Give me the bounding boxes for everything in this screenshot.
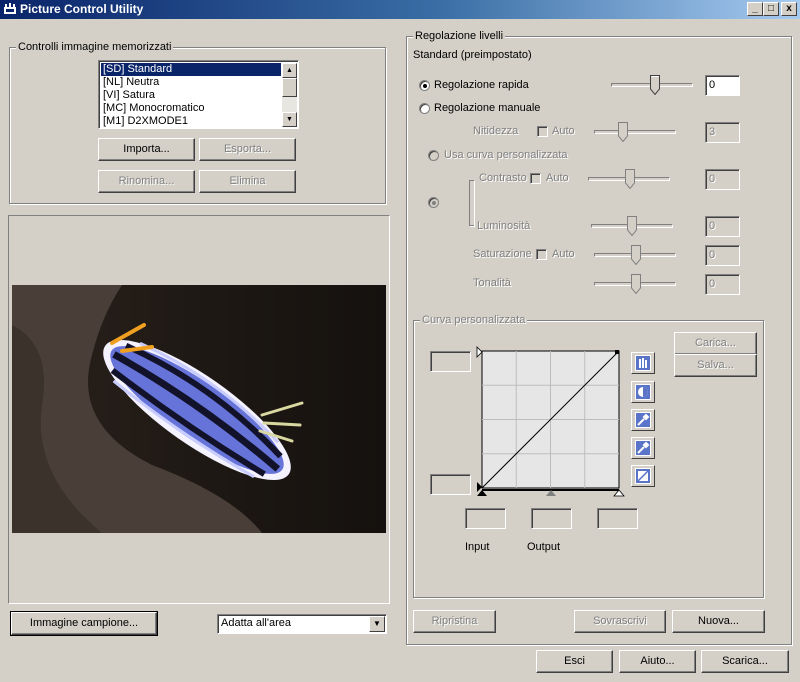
sample-image[interactable] bbox=[12, 285, 386, 533]
manual-adjust-radio[interactable] bbox=[419, 103, 430, 114]
import-button[interactable]: Importa... bbox=[98, 138, 195, 161]
sharpness-value[interactable]: 3 bbox=[705, 122, 740, 143]
picture-control-list[interactable]: [SD] Standard [NL] Neutra [VI] Satura [M… bbox=[98, 60, 299, 129]
sample-image-button[interactable]: Immagine campione... bbox=[10, 611, 158, 636]
sharpness-slider[interactable] bbox=[594, 130, 676, 134]
reset-button[interactable]: Ripristina bbox=[413, 610, 496, 633]
bracket-divider bbox=[469, 180, 474, 226]
help-button[interactable]: Aiuto... bbox=[619, 650, 696, 673]
slider-thumb-icon[interactable] bbox=[631, 274, 641, 294]
app-icon bbox=[4, 3, 16, 14]
third-value[interactable] bbox=[597, 508, 638, 529]
manual-adjust-label: Regolazione manuale bbox=[434, 102, 541, 114]
contrast-tool-button[interactable] bbox=[631, 381, 655, 403]
slider-thumb-icon[interactable] bbox=[650, 75, 660, 95]
contrast-label: Contrasto bbox=[479, 172, 527, 184]
saturation-auto-label: Auto bbox=[552, 248, 575, 260]
slider-thumb-icon[interactable] bbox=[618, 122, 628, 142]
brightness-label: Luminosità bbox=[477, 220, 531, 232]
title-bar[interactable]: Picture Control Utility _ □ x bbox=[0, 0, 800, 19]
use-curve-label: Usa curva personalizzata bbox=[444, 149, 568, 161]
save-curve-button[interactable]: Salva... bbox=[674, 354, 757, 377]
sharpness-label: Nitidezza bbox=[473, 125, 519, 137]
slider-thumb-icon[interactable] bbox=[627, 216, 637, 236]
hue-label: Tonalità bbox=[473, 277, 511, 289]
minimize-button[interactable]: _ bbox=[747, 2, 763, 16]
levels-title: Regolazione livelli bbox=[413, 30, 506, 42]
input-value[interactable] bbox=[465, 508, 506, 529]
download-button[interactable]: Scarica... bbox=[701, 650, 789, 673]
histogram-icon bbox=[635, 355, 651, 371]
slider-thumb-icon[interactable] bbox=[625, 169, 635, 189]
contrast-auto-label: Auto bbox=[546, 172, 569, 184]
list-item[interactable]: [MC] Monocromatico bbox=[101, 102, 281, 115]
maximize-button[interactable]: □ bbox=[763, 2, 779, 16]
rename-button[interactable]: Rinomina... bbox=[98, 170, 195, 193]
fit-mode-select[interactable]: Adatta all'area ▼ bbox=[217, 614, 387, 634]
use-curve-radio[interactable] bbox=[428, 150, 439, 161]
histogram-tool-button[interactable] bbox=[631, 352, 655, 374]
list-item[interactable]: [M1] D2XMODE1 bbox=[101, 115, 281, 128]
linear-curve-icon bbox=[635, 468, 651, 484]
scroll-up-icon[interactable]: ▲ bbox=[282, 63, 297, 78]
reset-curve-tool-button[interactable] bbox=[631, 465, 655, 487]
custom-settings-radio[interactable] bbox=[428, 197, 439, 208]
list-scrollbar[interactable]: ▲ ▼ bbox=[282, 63, 297, 127]
brightness-value[interactable]: 0 bbox=[705, 216, 740, 237]
fit-mode-value: Adatta all'area bbox=[221, 617, 291, 629]
hue-value[interactable]: 0 bbox=[705, 274, 740, 295]
close-button[interactable]: x bbox=[781, 2, 797, 16]
scroll-down-icon[interactable]: ▼ bbox=[282, 112, 297, 127]
quick-adjust-radio[interactable] bbox=[419, 80, 430, 91]
overwrite-button[interactable]: Sovrascrivi bbox=[574, 610, 666, 633]
load-curve-button[interactable]: Carica... bbox=[674, 332, 757, 355]
window-title: Picture Control Utility bbox=[20, 2, 144, 16]
output-value[interactable] bbox=[531, 508, 572, 529]
stored-controls-title: Controlli immagine memorizzati bbox=[16, 41, 174, 53]
curve-top-value[interactable] bbox=[430, 351, 471, 372]
contrast-auto-checkbox[interactable] bbox=[530, 173, 541, 184]
quick-adjust-label: Regolazione rapida bbox=[434, 79, 529, 91]
eyedropper-icon bbox=[635, 412, 651, 428]
sharpness-auto-checkbox[interactable] bbox=[537, 126, 548, 137]
eyedropper-tool-button[interactable] bbox=[631, 409, 655, 431]
output-label: Output bbox=[527, 541, 561, 553]
input-label: Input bbox=[465, 541, 490, 553]
levels-subtitle: Standard (preimpostato) bbox=[413, 49, 532, 61]
scroll-thumb[interactable] bbox=[282, 78, 297, 97]
eyedropper-icon bbox=[635, 440, 651, 456]
list-item[interactable]: [NL] Neutra bbox=[101, 76, 281, 89]
sharpness-auto-label: Auto bbox=[552, 125, 575, 137]
preview-pane bbox=[8, 215, 390, 604]
delete-button[interactable]: Elimina bbox=[199, 170, 296, 193]
saturation-auto-checkbox[interactable] bbox=[536, 249, 547, 260]
slider-thumb-icon[interactable] bbox=[631, 245, 641, 265]
export-button[interactable]: Esporta... bbox=[199, 138, 296, 161]
curve-bottom-value[interactable] bbox=[430, 474, 471, 495]
quick-adjust-value[interactable]: 0 bbox=[705, 75, 740, 96]
custom-curve-title: Curva personalizzata bbox=[420, 314, 528, 326]
list-item[interactable]: [SD] Standard bbox=[101, 63, 281, 76]
contrast-circle-icon bbox=[635, 384, 651, 400]
contrast-value[interactable]: 0 bbox=[705, 169, 740, 190]
eyedropper-alt-tool-button[interactable] bbox=[631, 437, 655, 459]
exit-button[interactable]: Esci bbox=[536, 650, 613, 673]
new-button[interactable]: Nuova... bbox=[672, 610, 765, 633]
saturation-label: Saturazione bbox=[473, 248, 532, 260]
saturation-value[interactable]: 0 bbox=[705, 245, 740, 266]
list-item[interactable]: [VI] Satura bbox=[101, 89, 281, 102]
curve-graph[interactable] bbox=[476, 346, 626, 501]
dropdown-arrow-icon[interactable]: ▼ bbox=[369, 616, 385, 632]
